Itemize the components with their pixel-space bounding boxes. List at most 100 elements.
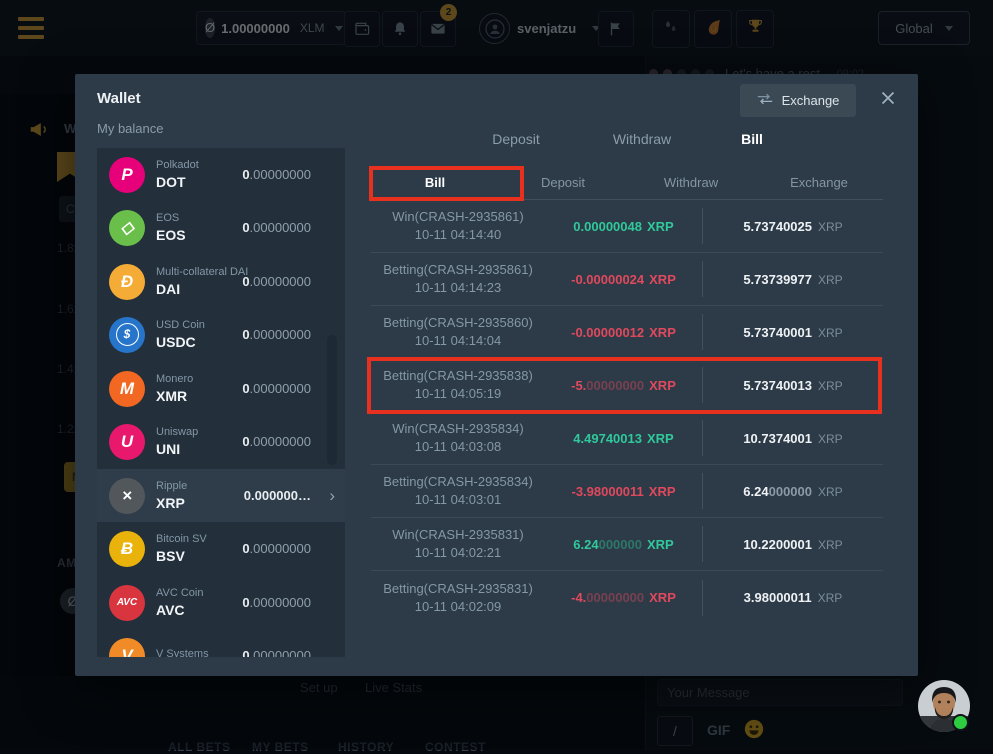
coin-symbol: AVC: [156, 602, 203, 618]
tab-deposit[interactable]: Deposit: [492, 131, 539, 147]
table-row: Win(CRASH-2935831) 10-11 04:02:21 6.24000…: [371, 518, 883, 571]
scrollbar-thumb[interactable]: [327, 335, 337, 465]
coin-name: Polkadot: [156, 159, 199, 171]
coin-name: EOS: [156, 212, 186, 224]
bill-time: 10-11 04:14:04: [371, 333, 545, 349]
bill-amount: -0.00000024XRP: [545, 272, 702, 287]
bill-table: Win(CRASH-2935861)10-11 04:14:40 0.00000…: [371, 200, 883, 624]
coin-glyph: AVC: [117, 597, 137, 608]
coin-glyph: U: [121, 432, 133, 452]
coin-symbol: DOT: [156, 174, 199, 190]
coin-glyph: Đ: [121, 272, 133, 292]
coin-item-xrp[interactable]: × Ripple XRP 0.000000… ›: [97, 469, 345, 522]
coin-item-bsv[interactable]: Ƀ Bitcoin SV BSV 0.00000000: [97, 522, 345, 575]
coin-glyph: Ƀ: [121, 539, 133, 559]
avc-coin-icon: AVC: [109, 585, 145, 621]
table-row: Betting(CRASH-2935831) 10-11 04:02:09 -4.…: [371, 571, 883, 624]
bill-amount: -4.00000000XRP: [545, 590, 702, 605]
coin-balance: 0.00000000: [242, 381, 311, 396]
coin-glyph: ◇: [120, 218, 133, 238]
bill-balance: 10.7374001XRP: [703, 431, 883, 446]
coin-list: P Polkadot DOT 0.00000000 ◇ EOS EOS 0.0000…: [97, 148, 345, 657]
eos-coin-icon: ◇: [109, 210, 145, 246]
coin-name: AVC Coin: [156, 587, 203, 599]
coin-name: Multi-collateral DAI: [156, 266, 248, 278]
bill-balance: 6.24000000XRP: [703, 484, 883, 499]
table-row-highlighted: Betting(CRASH-2935838)10-11 04:05:19 -5.…: [371, 359, 883, 412]
bill-time: 10-11 04:03:08: [371, 439, 545, 455]
coin-name: Monero: [156, 373, 193, 385]
coin-symbol: UNI: [156, 441, 198, 457]
coin-item-dot[interactable]: P PolkadotDOT 0.00000000: [97, 148, 345, 201]
coin-item-uni[interactable]: U UniswapUNI 0.00000000: [97, 415, 345, 468]
polkadot-coin-icon: P: [109, 157, 145, 193]
coin-item-vsystems[interactable]: V V Systems 0.00000000: [97, 629, 345, 657]
coin-balance: 0.00000000: [242, 595, 311, 610]
tab-withdraw[interactable]: Withdraw: [613, 131, 671, 147]
uniswap-coin-icon: U: [109, 424, 145, 460]
coin-name: Bitcoin SV: [156, 533, 207, 545]
tab-bill[interactable]: Bill: [741, 131, 763, 147]
coin-symbol: XRP: [156, 495, 187, 511]
bill-label: Betting(CRASH-2935860): [371, 315, 545, 331]
coin-balance: 0.00000000: [242, 648, 311, 657]
coin-balance: 0.000000…: [244, 488, 311, 503]
table-row: Win(CRASH-2935834)10-11 04:03:08 4.49740…: [371, 412, 883, 465]
coin-balance: 0.00000000: [242, 327, 311, 342]
bill-time: 10-11 04:02:21: [371, 545, 545, 561]
bill-label: Betting(CRASH-2935861): [371, 262, 545, 278]
exchange-button[interactable]: Exchange: [740, 84, 856, 117]
profile-photo[interactable]: [918, 680, 970, 732]
coin-item-usdc[interactable]: $ USD CoinUSDC 0.00000000: [97, 308, 345, 361]
table-row: Win(CRASH-2935861)10-11 04:14:40 0.00000…: [371, 200, 883, 253]
bill-amount: -3.98000011XRP: [545, 484, 702, 499]
coin-glyph: $: [116, 323, 139, 346]
modal-title: Wallet: [97, 90, 141, 107]
filter-exchange[interactable]: Exchange: [755, 175, 883, 190]
bitcoinsv-coin-icon: Ƀ: [109, 531, 145, 567]
filter-bill[interactable]: Bill: [371, 175, 499, 190]
usdc-coin-icon: $: [109, 317, 145, 353]
wallet-tabs: Deposit Withdraw Bill: [371, 131, 883, 151]
coin-glyph: M: [120, 379, 134, 399]
bill-filter-row: Bill Deposit Withdraw Exchange: [371, 166, 883, 200]
close-icon[interactable]: [878, 88, 898, 108]
vsystems-coin-icon: V: [109, 638, 145, 658]
bill-balance: 3.98000011XRP: [703, 590, 883, 605]
coin-symbol: EOS: [156, 227, 186, 243]
bill-balance: 5.73740013XRP: [703, 378, 883, 393]
table-row: Betting(CRASH-2935834)10-11 04:03:01 -3.…: [371, 465, 883, 518]
coin-glyph: ×: [122, 486, 132, 506]
bill-time: 10-11 04:02:09: [371, 599, 545, 615]
coin-item-eos[interactable]: ◇ EOSEOS 0.00000000: [97, 201, 345, 254]
chevron-right-icon: ›: [329, 487, 335, 504]
coin-name: Ripple: [156, 480, 187, 492]
bill-label: Betting(CRASH-2935834): [371, 474, 545, 490]
coin-item-xmr[interactable]: M Monero XMR 0.00000000: [97, 362, 345, 415]
bill-balance: 5.73740025XRP: [703, 219, 883, 234]
online-status-dot: [952, 714, 969, 731]
monero-coin-icon: M: [109, 371, 145, 407]
filter-deposit[interactable]: Deposit: [499, 175, 627, 190]
coin-item-dai[interactable]: Đ Multi-collateral DAIDAI 0.00000000: [97, 255, 345, 308]
filter-withdraw[interactable]: Withdraw: [627, 175, 755, 190]
coin-symbol: BSV: [156, 548, 207, 564]
bill-amount: -0.00000012XRP: [545, 325, 702, 340]
dai-coin-icon: Đ: [109, 264, 145, 300]
bill-balance: 10.2200001XRP: [703, 537, 883, 552]
coin-balance: 0.00000000: [242, 541, 311, 556]
bill-time: 10-11 04:14:23: [371, 280, 545, 296]
coin-symbol: USDC: [156, 334, 205, 350]
coin-symbol: XMR: [156, 388, 193, 404]
coin-symbol: DAI: [156, 281, 248, 297]
bill-time: 10-11 04:14:40: [371, 227, 545, 243]
bill-label: Win(CRASH-2935834): [371, 421, 545, 437]
bill-amount: 0.00000048XRP: [545, 219, 702, 234]
my-balance-label: My balance: [97, 121, 163, 136]
bill-label: Win(CRASH-2935831): [371, 527, 545, 543]
bill-amount: 6.24000000XRP: [545, 537, 702, 552]
coin-item-avc[interactable]: AVC AVC Coin AVC 0.00000000: [97, 576, 345, 629]
bill-label: Betting(CRASH-2935831): [371, 581, 545, 597]
bill-time: 10-11 04:05:19: [371, 386, 545, 402]
coin-name: V Systems: [156, 648, 209, 657]
